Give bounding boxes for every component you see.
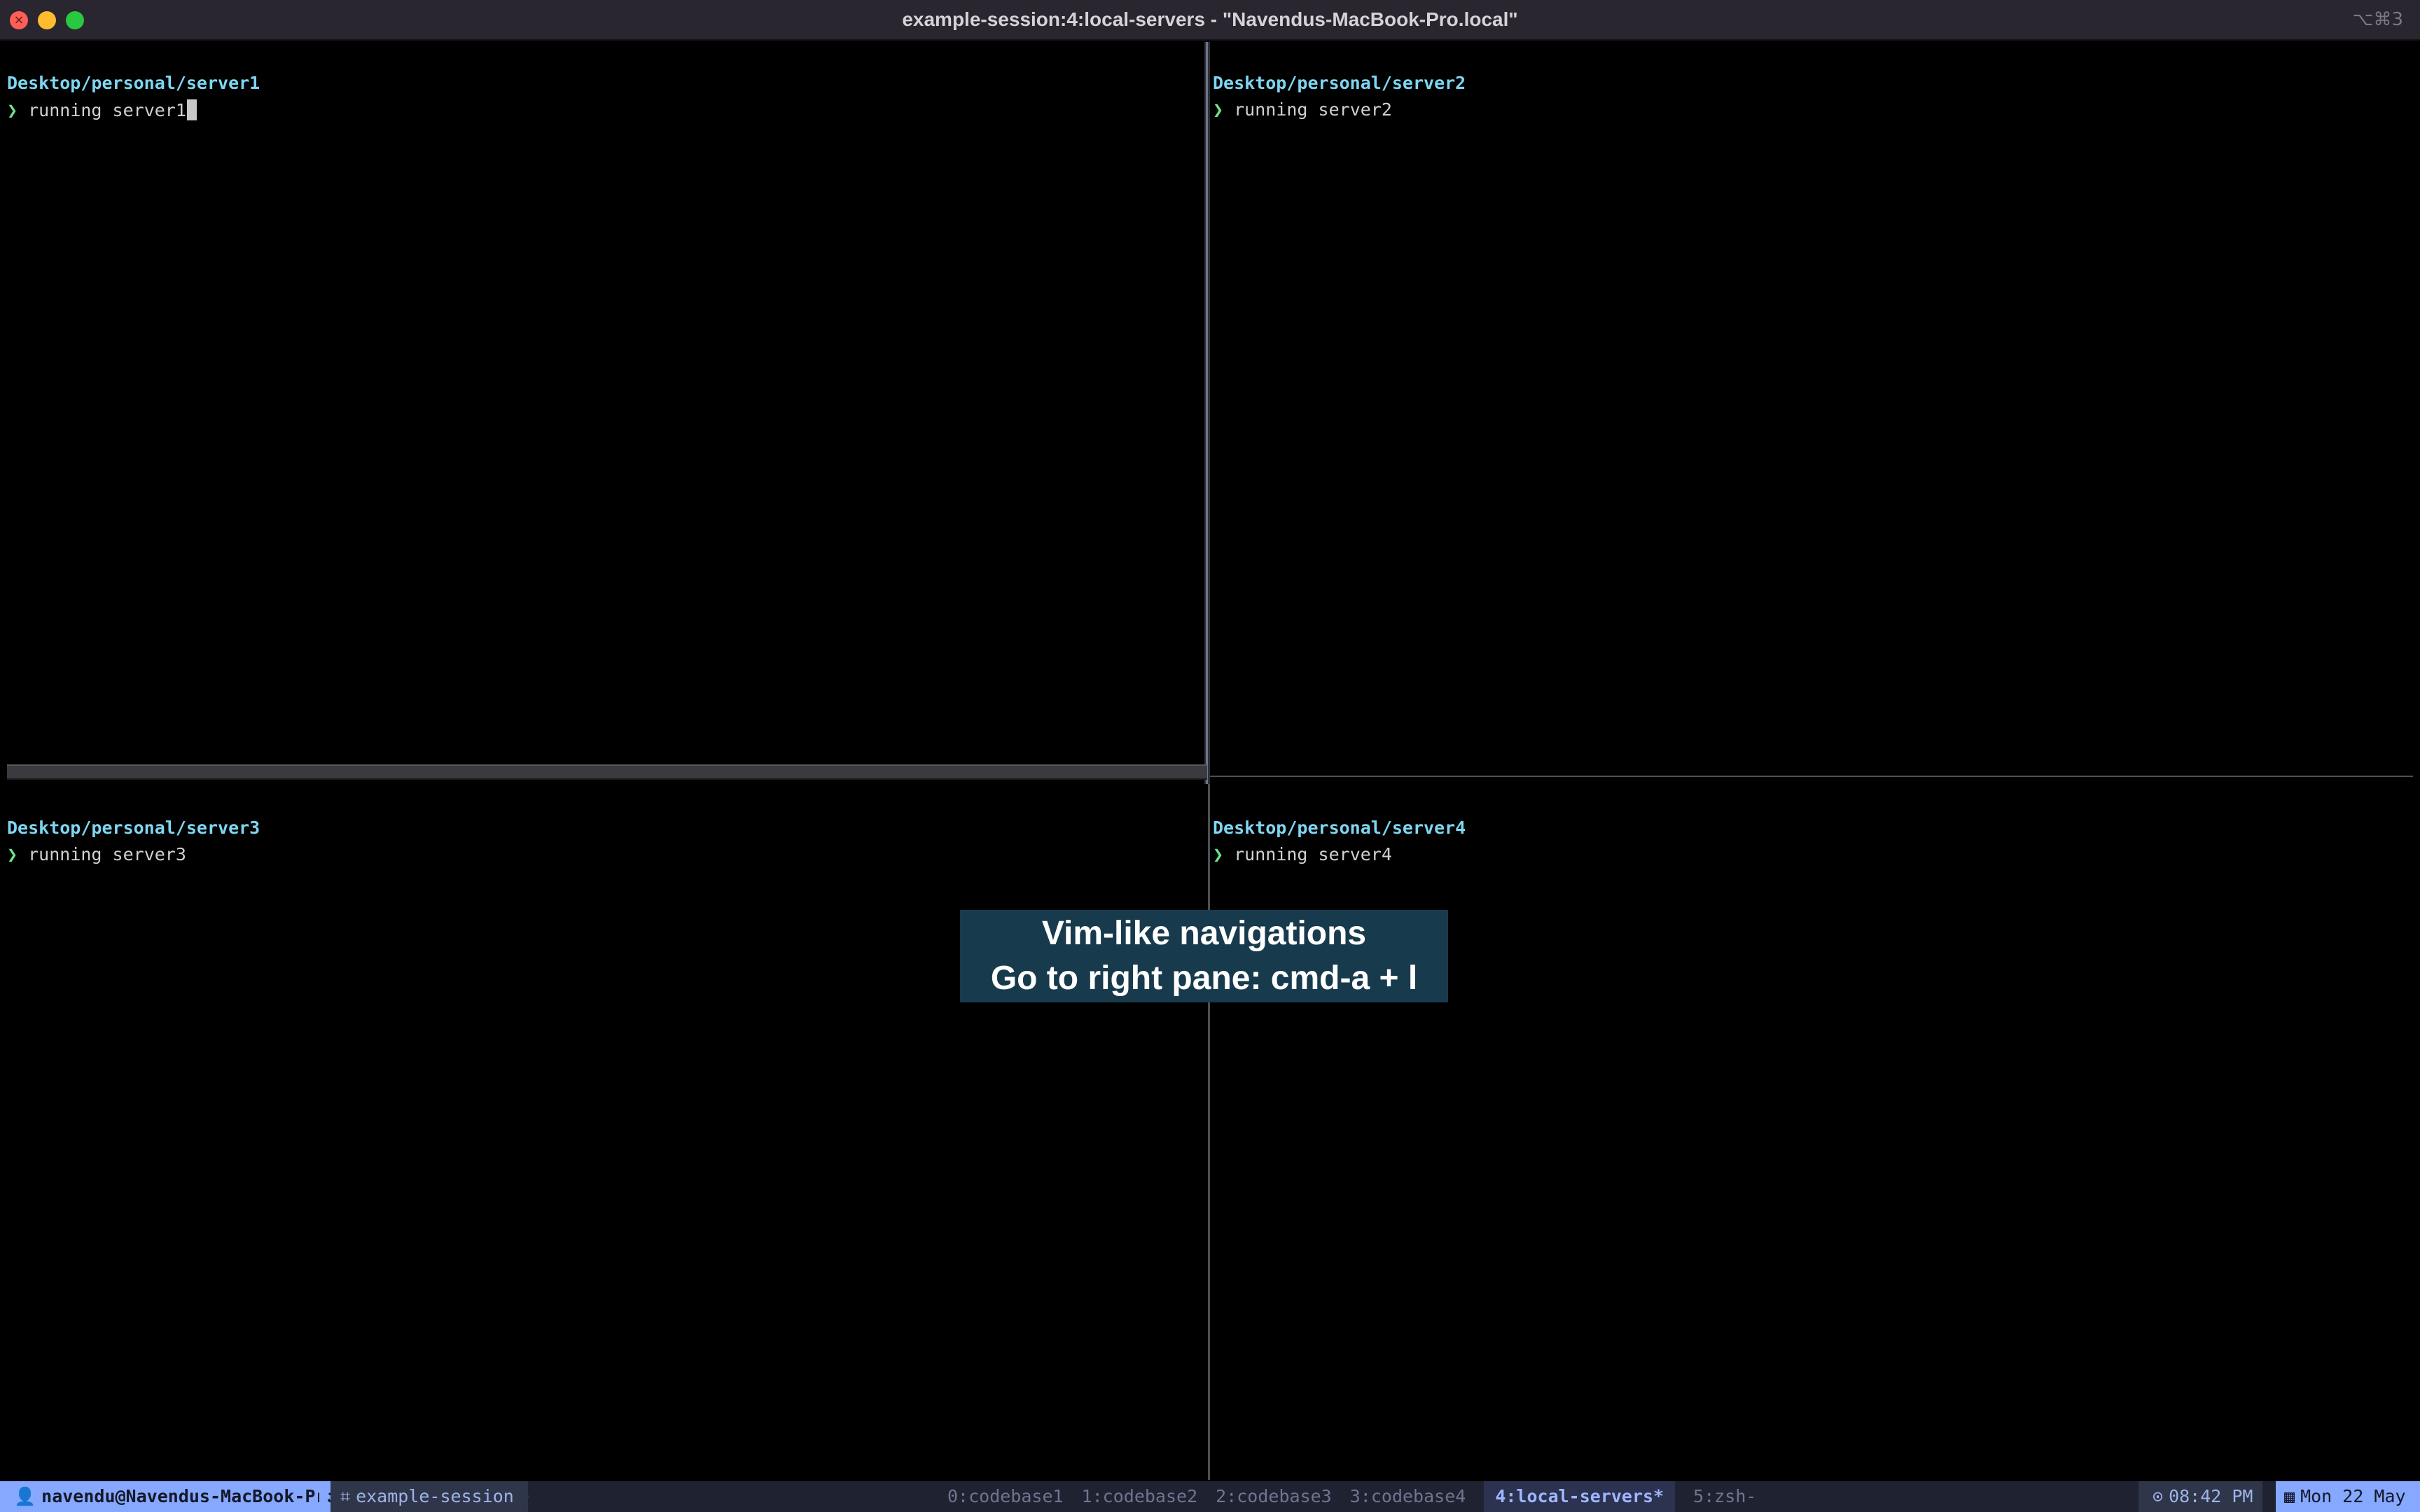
status-session[interactable]: ⌗ example-session — [331, 1481, 528, 1512]
terminal-pane-server3[interactable]: Desktop/personal/server3 ❯ running serve… — [0, 808, 1204, 1473]
clock-icon: ⊙ — [2153, 1486, 2164, 1506]
terminal-pane-server4[interactable]: Desktop/personal/server4 ❯ running serve… — [1206, 808, 2410, 1473]
calendar-icon: ▦ — [2284, 1486, 2295, 1506]
window-tab-codebase1[interactable]: 0:codebase1 — [947, 1481, 1064, 1512]
window-list: 0:codebase1 1:codebase2 2:codebase3 3:codeb… — [947, 1481, 1774, 1512]
terminal-pane-server1[interactable]: Desktop/personal/server1 ❯ running serve… — [0, 63, 1204, 763]
pane-path: Desktop/personal/server4 — [1213, 818, 1466, 838]
pane-command: running server3 — [28, 844, 186, 864]
pane-command: running server2 — [1234, 99, 1392, 120]
prompt-chevron-icon: ❯ — [1213, 844, 1224, 864]
window-titlebar: × example-session:4:local-servers - "Nav… — [0, 0, 2420, 41]
text-cursor — [186, 99, 197, 120]
overlay-hint: Go to right pane: cmd-a + l — [990, 960, 1418, 997]
pane-divider-horizontal[interactable] — [1210, 776, 2413, 777]
status-separator — [319, 1481, 331, 1512]
window-shortcut: ⌥⌘3 — [2352, 9, 2403, 30]
window-tab-codebase2[interactable]: 1:codebase2 — [1082, 1481, 1198, 1512]
session-icon: ⌗ — [340, 1486, 351, 1506]
tmux-statusbar: 👤 navendu@Navendus-MacBook-Pro ⌗ example-s… — [0, 1481, 2420, 1512]
prompt-chevron-icon: ❯ — [7, 100, 18, 120]
window-tab-local-servers[interactable]: 4:local-servers* — [1484, 1481, 1676, 1512]
user-icon: 👤 — [14, 1486, 36, 1506]
prompt-chevron-icon: ❯ — [1213, 99, 1224, 120]
pane-command-line: ❯ running server4 — [1213, 844, 1392, 864]
window-title: example-session:4:local-servers - "Naven… — [902, 8, 1518, 30]
window-tab-zsh[interactable]: 5:zsh- — [1693, 1481, 1756, 1512]
pane-divider-horizontal-active[interactable] — [7, 764, 1207, 780]
status-time: ⊙ 08:42 PM — [2139, 1481, 2263, 1512]
status-date-label: Mon 22 May — [2300, 1486, 2406, 1506]
status-user-label: navendu@Navendus-MacBook-Pro — [41, 1486, 337, 1506]
active-pane-border — [1204, 42, 1210, 784]
pane-path: Desktop/personal/server1 — [7, 73, 260, 93]
prompt-chevron-icon: ❯ — [7, 844, 18, 864]
window-tab-codebase4[interactable]: 3:codebase4 — [1350, 1481, 1466, 1512]
terminal-pane-server2[interactable]: Desktop/personal/server2 ❯ running serve… — [1206, 63, 2410, 763]
pane-command-line: ❯ running server2 — [1213, 99, 1392, 120]
status-time-label: 08:42 PM — [2169, 1486, 2253, 1506]
pane-command: running server1 — [28, 100, 186, 120]
keystroke-overlay: Vim-like navigations Go to right pane: c… — [960, 910, 1448, 1002]
pane-command-line: ❯ running server1 — [7, 99, 197, 120]
status-date: ▦ Mon 22 May — [2276, 1481, 2420, 1512]
window-tab-codebase3[interactable]: 2:codebase3 — [1216, 1481, 1332, 1512]
pane-path: Desktop/personal/server2 — [1213, 73, 1466, 93]
pane-command-line: ❯ running server3 — [7, 844, 186, 864]
pane-command: running server4 — [1234, 844, 1392, 864]
status-separator — [518, 1481, 529, 1512]
status-session-label: example-session — [356, 1486, 514, 1506]
overlay-title: Vim-like navigations — [1041, 915, 1367, 952]
pane-path: Desktop/personal/server3 — [7, 818, 260, 838]
status-user: 👤 navendu@Navendus-MacBook-Pro — [0, 1481, 352, 1512]
